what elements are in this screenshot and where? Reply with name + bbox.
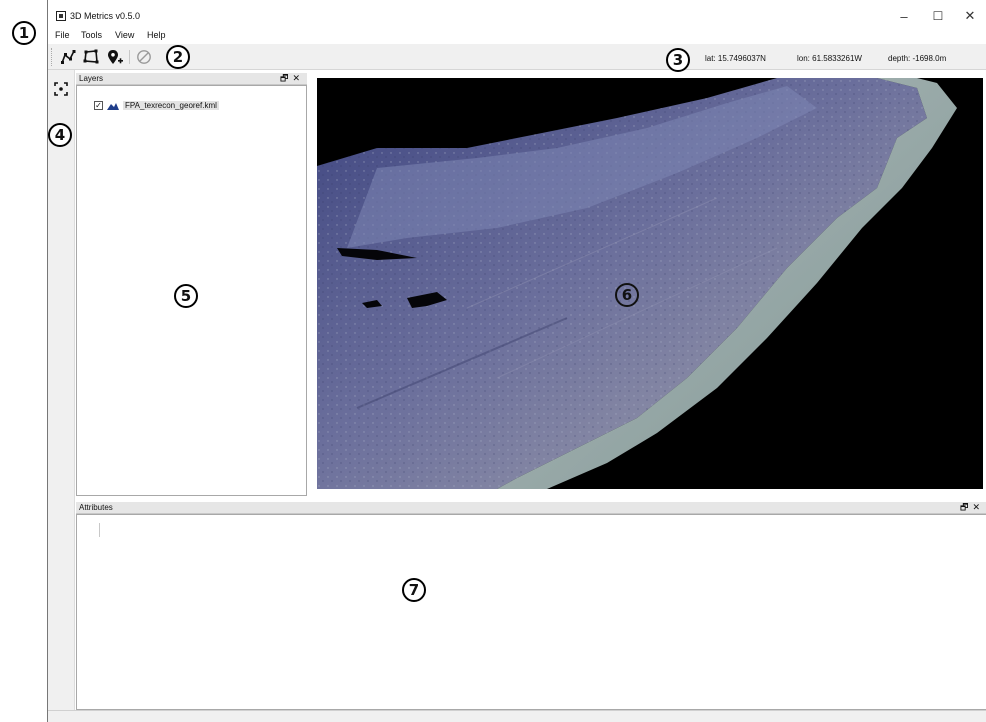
cancel-button[interactable]	[134, 47, 154, 67]
mesh-layer-icon	[107, 102, 119, 110]
text-cursor	[99, 523, 100, 537]
layer-name: FPA_texrecon_georef.kml	[123, 101, 219, 110]
check-icon: ✓	[95, 100, 102, 110]
attributes-dock-controls: 🗗✕	[960, 502, 984, 513]
window-title: 3D Metrics v0.5.0	[70, 11, 141, 21]
attributes-float-button[interactable]: 🗗	[960, 502, 972, 512]
left-toolbar	[48, 70, 75, 710]
app-icon	[56, 11, 66, 21]
menu-bar: File Tools View Help	[48, 30, 986, 43]
longitude-readout: lon: 61.5833261W	[797, 54, 862, 63]
center-view-button[interactable]	[52, 80, 70, 98]
draw-polygon-button[interactable]	[81, 47, 101, 67]
callout-5: 5	[174, 284, 198, 308]
center-view-icon	[54, 82, 68, 96]
layer-item[interactable]: ✓ FPA_texrecon_georef.kml	[94, 99, 219, 112]
toolbar-separator	[129, 50, 130, 64]
callout-2: 2	[166, 45, 190, 69]
menu-view[interactable]: View	[115, 30, 134, 40]
polygon-icon	[83, 49, 99, 64]
3d-viewport[interactable]	[317, 78, 983, 489]
draw-polyline-button[interactable]	[58, 47, 78, 67]
layers-dock-controls: 🗗✕	[280, 73, 304, 84]
menu-tools[interactable]: Tools	[81, 30, 102, 40]
callout-6: 6	[615, 283, 639, 307]
screenshot: 3D Metrics v0.5.0 – ☐ ✕ File Tools View …	[0, 0, 986, 722]
callout-4: 4	[48, 123, 72, 147]
depth-readout: depth: -1698.0m	[888, 54, 947, 63]
seafloor-mesh-render	[317, 78, 983, 489]
layers-close-button[interactable]: ✕	[292, 73, 304, 83]
add-point-icon	[108, 50, 123, 64]
maximize-button[interactable]: ☐	[924, 8, 952, 24]
minimize-button[interactable]: –	[890, 8, 918, 24]
app-window: 3D Metrics v0.5.0 – ☐ ✕ File Tools View …	[47, 0, 986, 722]
layer-visibility-checkbox[interactable]: ✓	[94, 101, 103, 110]
latitude-readout: lat: 15.7496037N	[705, 54, 766, 63]
callout-7: 7	[402, 578, 426, 602]
layers-float-button[interactable]: 🗗	[280, 73, 292, 83]
add-point-button[interactable]	[105, 47, 125, 67]
attributes-close-button[interactable]: ✕	[972, 502, 984, 512]
disabled-icon	[137, 50, 151, 64]
callout-1: 1	[12, 21, 36, 45]
polyline-icon	[61, 50, 76, 64]
layers-dock-title[interactable]: Layers 🗗✕	[76, 73, 307, 85]
status-bar	[48, 710, 986, 722]
menu-help[interactable]: Help	[147, 30, 166, 40]
menu-file[interactable]: File	[55, 30, 70, 40]
attributes-panel	[76, 514, 986, 710]
callout-3: 3	[666, 48, 690, 72]
attributes-dock-label: Attributes	[79, 503, 113, 512]
attributes-dock-title[interactable]: Attributes 🗗✕	[76, 502, 986, 514]
toolbar-grip[interactable]	[51, 48, 55, 66]
title-bar: 3D Metrics v0.5.0 – ☐ ✕	[48, 0, 986, 30]
close-button[interactable]: ✕	[956, 8, 984, 24]
layers-dock-label: Layers	[79, 74, 104, 83]
